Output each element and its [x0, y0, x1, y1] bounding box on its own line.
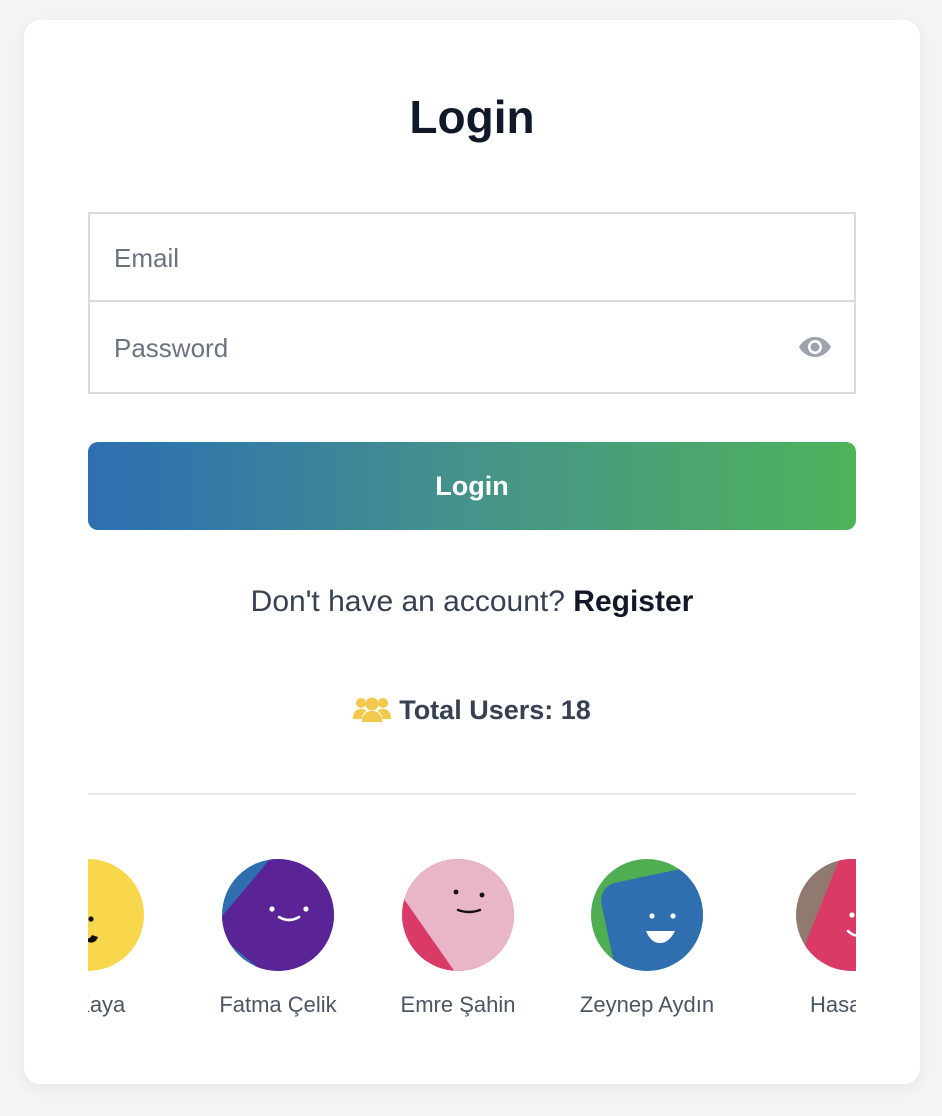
user-avatar: [402, 859, 514, 971]
password-field-wrapper: [90, 304, 854, 392]
page-title: Login: [409, 91, 535, 143]
user-name: Emre Şahin: [400, 992, 516, 1017]
total-users-text: Total Users: 18: [399, 695, 591, 725]
users-icon: [353, 695, 392, 723]
total-users-count: Total Users: 18: [24, 692, 920, 728]
password-input[interactable]: [114, 304, 774, 392]
user-avatar: [222, 859, 334, 971]
user-card[interactable]: Emre Şahin: [368, 840, 548, 1040]
email-input[interactable]: [114, 214, 774, 302]
login-button[interactable]: Login: [88, 442, 856, 530]
eye-icon[interactable]: [798, 334, 832, 360]
user-avatar: [88, 859, 144, 971]
user-name: Zeynep Aydın: [579, 992, 715, 1017]
user-carousel: et Kaya Fatma Çelik: [88, 840, 856, 1050]
user-card[interactable]: Zeynep Aydın: [557, 840, 737, 1040]
email-field-wrapper: [90, 214, 854, 302]
divider: [88, 793, 856, 795]
login-card: Login Login Don't have an account? Regis…: [24, 20, 920, 1084]
user-avatar: [796, 859, 856, 971]
user-card[interactable]: Hasan Y: [762, 840, 856, 1040]
register-prompt-text: Don't have an account?: [250, 585, 565, 618]
user-card[interactable]: et Kaya: [88, 840, 178, 1040]
credentials-field-group: [88, 212, 856, 394]
user-card[interactable]: Fatma Çelik: [188, 840, 368, 1040]
user-name: Hasan Y: [810, 992, 856, 1017]
user-avatar: [591, 859, 703, 971]
register-link[interactable]: Register: [573, 585, 693, 618]
register-prompt: Don't have an account? Register: [24, 582, 920, 622]
